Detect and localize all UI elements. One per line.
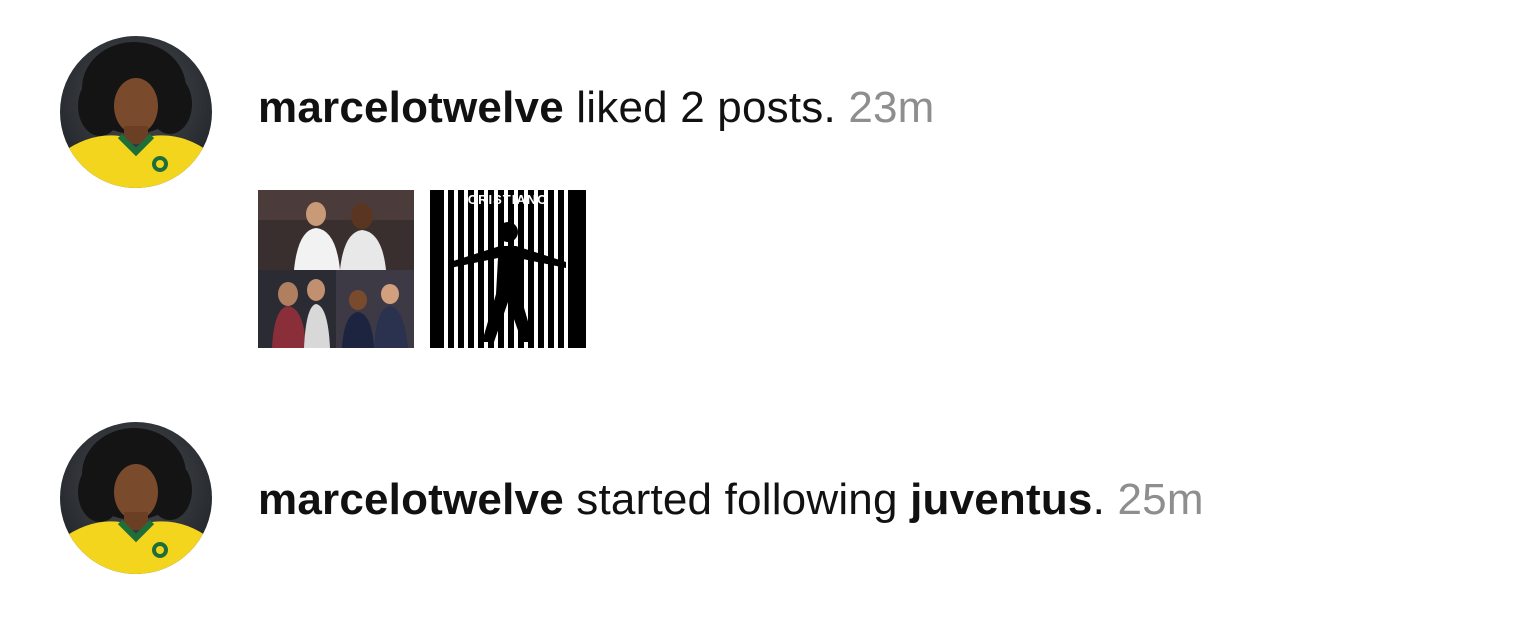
username-link[interactable]: marcelotwelve xyxy=(258,475,564,524)
notification-item: marcelotwelve liked 2 posts. 23m CRISTIA… xyxy=(0,0,1536,380)
target-username-link[interactable]: juventus xyxy=(910,475,1093,524)
activity-feed: marcelotwelve liked 2 posts. 23m CRISTIA… xyxy=(0,0,1536,644)
avatar-image xyxy=(60,422,212,574)
timestamp: 23m xyxy=(848,83,935,132)
notification-text: marcelotwelve started following juventus… xyxy=(258,474,1204,526)
timestamp: 25m xyxy=(1117,475,1204,524)
poster-text: CRISTIANO xyxy=(468,192,549,207)
action-text: liked 2 posts. xyxy=(563,83,836,132)
notification-text: marcelotwelve liked 2 posts. 23m xyxy=(258,82,935,134)
notification-item: marcelotwelve started following juventus… xyxy=(0,400,1536,620)
post-thumbnail[interactable] xyxy=(258,190,414,348)
action-text: started following xyxy=(563,475,911,524)
photo-collage-icon xyxy=(258,190,414,348)
avatar-image xyxy=(60,36,212,188)
punctuation: . xyxy=(1092,475,1106,524)
user-avatar[interactable] xyxy=(60,422,212,574)
username-link[interactable]: marcelotwelve xyxy=(258,83,564,132)
cristiano-poster-icon: CRISTIANO xyxy=(430,190,586,348)
user-avatar[interactable] xyxy=(60,36,212,188)
post-thumbnail[interactable]: CRISTIANO xyxy=(430,190,586,348)
